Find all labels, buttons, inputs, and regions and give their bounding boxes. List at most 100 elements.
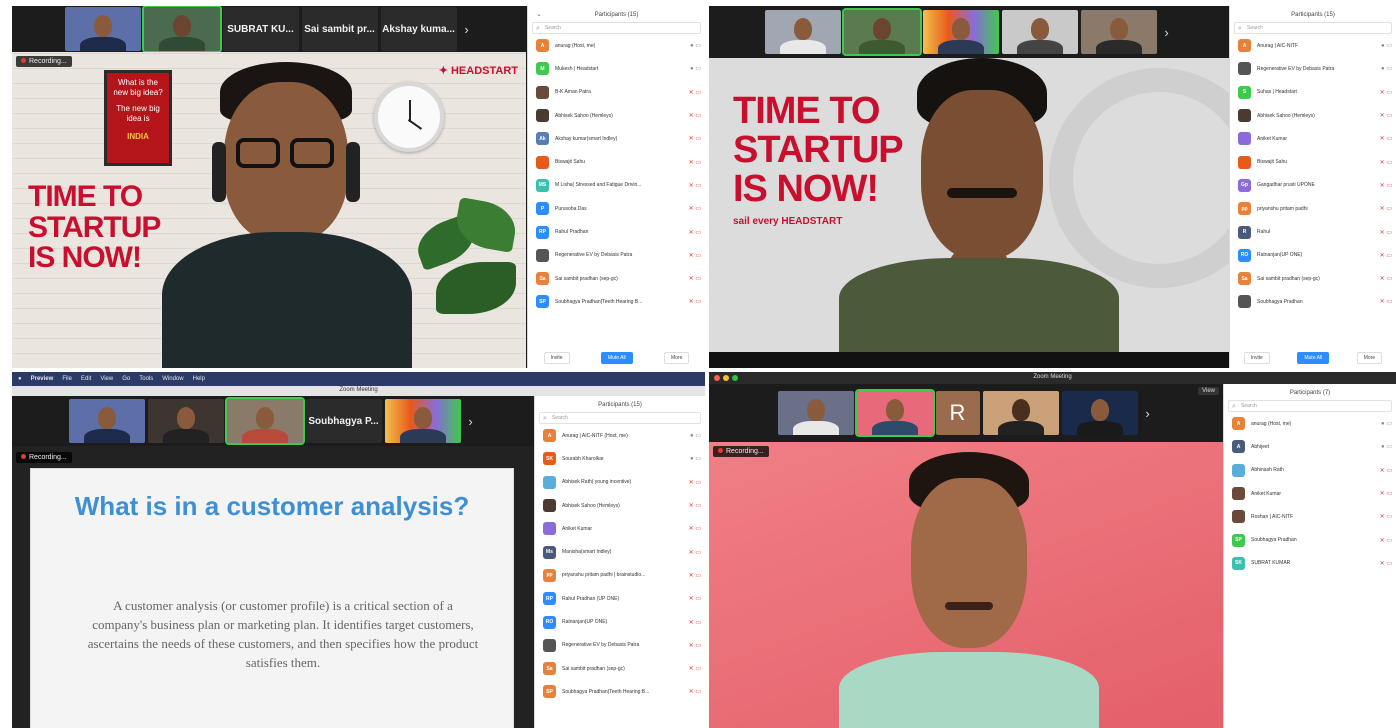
- participant-row[interactable]: SP Soubhagya Pradhan(Teeth Hearing B... ✕ …: [528, 290, 705, 313]
- menu-help[interactable]: Help: [193, 376, 205, 382]
- participant-thumbnail[interactable]: [147, 399, 224, 443]
- participant-row[interactable]: B-K Aman Patra ✕ ▭: [528, 81, 705, 104]
- participant-row[interactable]: RP Rahul Pradhan ✕ ▭: [528, 220, 705, 243]
- menu-tools[interactable]: Tools: [139, 376, 153, 382]
- mic-icon[interactable]: ● ▭: [1381, 420, 1392, 427]
- participant-row[interactable]: Aanurag (Host, me) ● ▭: [528, 34, 705, 57]
- muted-mic-icon[interactable]: ✕ ▭: [1380, 205, 1392, 212]
- participant-row[interactable]: Abhisek Sahoo (Hemleys) ✕ ▭: [1230, 104, 1396, 127]
- muted-mic-icon[interactable]: ✕ ▭: [1380, 135, 1392, 142]
- mic-icon[interactable]: ● ▭: [1381, 42, 1392, 49]
- participant-row[interactable]: Aniket Kumar ✕ ▭: [535, 517, 705, 540]
- mic-icon[interactable]: ● ▭: [1381, 65, 1392, 72]
- participant-row[interactable]: pp priyanshu pritam padhi | brainstudio..…: [535, 564, 705, 587]
- participant-row[interactable]: Gp Gangadhar prusti UPONE ✕ ▭: [1230, 174, 1396, 197]
- mic-icon[interactable]: ● ▭: [690, 432, 701, 439]
- view-button[interactable]: View: [1198, 387, 1219, 395]
- participant-row[interactable]: RO Ratnanjan(UP ONE) ✕ ▭: [535, 610, 705, 633]
- participant-thumbnail-active[interactable]: [141, 6, 222, 53]
- participant-row[interactable]: Abhisek Rath( young incentive) ✕ ▭: [535, 471, 705, 494]
- muted-mic-icon[interactable]: ✕ ▭: [689, 112, 701, 119]
- participant-thumbnail[interactable]: [922, 10, 999, 54]
- participant-row[interactable]: S Suhas | Headstart ✕ ▭: [1230, 81, 1396, 104]
- participant-row[interactable]: Abhinash Rath ✕ ▭: [1224, 459, 1396, 482]
- muted-mic-icon[interactable]: ✕ ▭: [689, 549, 701, 556]
- participant-thumbnail-active[interactable]: [841, 8, 922, 56]
- participant-row[interactable]: RO Ratnanjan(UP ONE) ✕ ▭: [1230, 244, 1396, 267]
- muted-mic-icon[interactable]: ✕ ▭: [1380, 467, 1392, 474]
- participant-search-input[interactable]: ⌕ Search: [539, 412, 701, 424]
- participant-thumbnail[interactable]: [68, 399, 145, 443]
- muted-mic-icon[interactable]: ✕ ▭: [1380, 298, 1392, 305]
- muted-mic-icon[interactable]: ✕ ▭: [689, 479, 701, 486]
- muted-mic-icon[interactable]: ✕ ▭: [689, 619, 701, 626]
- participant-thumbnail[interactable]: [777, 391, 854, 435]
- muted-mic-icon[interactable]: ✕ ▭: [1380, 275, 1392, 282]
- participant-thumbnail-active[interactable]: [224, 397, 305, 445]
- participant-row[interactable]: MS M Lisha( Stressed and Fatigue Drivin..…: [528, 174, 705, 197]
- participant-row[interactable]: Aniket Kumar ✕ ▭: [1230, 127, 1396, 150]
- muted-mic-icon[interactable]: ✕ ▭: [1380, 490, 1392, 497]
- participant-thumbnail[interactable]: SUBRAT KU...: [222, 7, 299, 51]
- menu-edit[interactable]: Edit: [81, 376, 91, 382]
- participant-search-input[interactable]: ⌕ Search: [1234, 22, 1392, 34]
- participant-row[interactable]: SP Soubhagya Pradhan(Teeth Hearing B... ✕ …: [535, 680, 705, 703]
- muted-mic-icon[interactable]: ✕ ▭: [689, 252, 701, 259]
- participant-row[interactable]: A Anurag | AIC-NITF (Host, me) ● ▭: [535, 424, 705, 447]
- participant-row[interactable]: Ms Manisha(smart Indley) ✕ ▭: [535, 540, 705, 563]
- muted-mic-icon[interactable]: ✕ ▭: [689, 688, 701, 695]
- participant-thumbnail[interactable]: [1001, 10, 1078, 54]
- next-page-icon[interactable]: ›: [1141, 406, 1155, 421]
- menu-view[interactable]: View: [100, 376, 113, 382]
- muted-mic-icon[interactable]: ✕ ▭: [1380, 513, 1392, 520]
- muted-mic-icon[interactable]: ✕ ▭: [1380, 112, 1392, 119]
- muted-mic-icon[interactable]: ✕ ▭: [1380, 560, 1392, 567]
- invite-button[interactable]: Invite: [543, 352, 570, 364]
- muted-mic-icon[interactable]: ✕ ▭: [689, 275, 701, 282]
- participant-row[interactable]: Roshan | AIC-NITF ✕ ▭: [1224, 505, 1396, 528]
- menu-window[interactable]: Window: [162, 376, 183, 382]
- muted-mic-icon[interactable]: ✕ ▭: [689, 205, 701, 212]
- muted-mic-icon[interactable]: ✕ ▭: [1380, 252, 1392, 259]
- participant-row[interactable]: Regenerative EV by Debasis Patra ✕ ▭: [528, 244, 705, 267]
- participant-row[interactable]: RP Rahul Pradhan (UP ONE) ✕ ▭: [535, 587, 705, 610]
- muted-mic-icon[interactable]: ✕ ▭: [689, 665, 701, 672]
- muted-mic-icon[interactable]: ✕ ▭: [1380, 159, 1392, 166]
- participant-thumbnail[interactable]: [1080, 10, 1157, 54]
- menu-preview[interactable]: Preview: [31, 376, 54, 382]
- next-page-icon[interactable]: ›: [460, 22, 474, 37]
- participant-row[interactable]: P Purusoba Das ✕ ▭: [528, 197, 705, 220]
- participant-thumbnail[interactable]: Sai sambit pr...: [301, 7, 378, 51]
- menu-file[interactable]: File: [62, 376, 72, 382]
- participant-thumbnail[interactable]: [64, 7, 141, 51]
- participant-row[interactable]: Biswajit Sahu ✕ ▭: [528, 150, 705, 173]
- participant-row[interactable]: Soubhagya Pradhan ✕ ▭: [1230, 290, 1396, 313]
- participant-search-input[interactable]: ⌕ Search: [1228, 400, 1392, 412]
- participant-row[interactable]: SK SUBRAT KUMAR ✕ ▭: [1224, 552, 1396, 575]
- muted-mic-icon[interactable]: ✕ ▭: [689, 572, 701, 579]
- participant-thumbnail[interactable]: Soubhagya P...: [305, 399, 382, 443]
- participant-row[interactable]: SK Sourabh Kharolkar ● ▭: [535, 447, 705, 470]
- muted-mic-icon[interactable]: ✕ ▭: [1380, 89, 1392, 96]
- participant-row[interactable]: Biswajit Sahu ✕ ▭: [1230, 150, 1396, 173]
- mic-icon[interactable]: ● ▭: [1381, 443, 1392, 450]
- participant-row[interactable]: Sa Sai sambit pradhan (sep-gc) ✕ ▭: [535, 657, 705, 680]
- apple-icon[interactable]: ●: [18, 376, 22, 382]
- participant-row[interactable]: Sa Sai sambit pradhan (sep-gc) ✕ ▭: [528, 267, 705, 290]
- participant-row[interactable]: Abhisek Sahoo (Hemleys) ✕ ▭: [535, 494, 705, 517]
- participant-row[interactable]: Aniket Kumar ✕ ▭: [1224, 482, 1396, 505]
- mic-icon[interactable]: ● ▭: [690, 65, 701, 72]
- participant-thumbnail[interactable]: R: [935, 391, 980, 435]
- muted-mic-icon[interactable]: ✕ ▭: [689, 595, 701, 602]
- participant-thumbnail[interactable]: [764, 10, 841, 54]
- muted-mic-icon[interactable]: ✕ ▭: [1380, 537, 1392, 544]
- participant-thumbnail-active[interactable]: [854, 389, 935, 437]
- next-page-icon[interactable]: ›: [464, 414, 478, 429]
- mic-icon[interactable]: ● ▭: [690, 42, 701, 49]
- muted-mic-icon[interactable]: ✕ ▭: [689, 182, 701, 189]
- muted-mic-icon[interactable]: ✕ ▭: [689, 502, 701, 509]
- participant-thumbnail[interactable]: Akshay kuma...: [380, 7, 457, 51]
- more-button[interactable]: More: [1356, 352, 1383, 364]
- participant-row[interactable]: SP Soubhagya Pradhan ✕ ▭: [1224, 528, 1396, 551]
- mute-all-button[interactable]: Mute All: [600, 352, 633, 364]
